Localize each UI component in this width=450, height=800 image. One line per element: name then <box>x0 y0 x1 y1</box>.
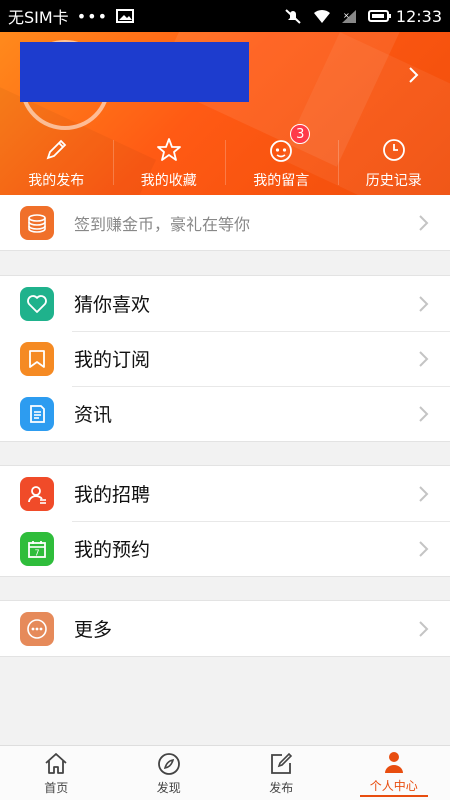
status-bar: 无SIM卡 ••• × 12:33 <box>0 0 450 32</box>
star-icon <box>156 137 181 161</box>
quick-action-label: 我的发布 <box>28 172 85 189</box>
signin-section: 签到赚金币，豪礼在等你 <box>0 195 450 251</box>
tab-label: 发布 <box>269 780 294 795</box>
recruit-icon <box>20 476 54 511</box>
list-item-label: 我的招聘 <box>74 484 151 506</box>
tab-label: 首页 <box>44 780 69 795</box>
pencil-icon <box>46 139 67 159</box>
list-item-label: 更多 <box>74 619 113 641</box>
chevron-right-icon <box>419 485 429 502</box>
profile-header: 我的发布 我的收藏 3 我的留言 历史记录 <box>0 32 450 195</box>
chevron-right-icon <box>419 295 429 312</box>
heart-icon <box>20 286 54 321</box>
list-item-label: 猜你喜欢 <box>74 294 151 316</box>
carrier-text: 无SIM卡 <box>8 8 69 27</box>
quick-actions: 我的发布 我的收藏 3 我的留言 历史记录 <box>0 124 450 195</box>
chevron-right-icon <box>419 350 429 367</box>
wifi-icon <box>312 8 330 24</box>
svg-text:7: 7 <box>35 548 40 557</box>
quick-action-favorites[interactable]: 我的收藏 <box>112 130 226 195</box>
jobs-section: 我的招聘 7 我的预约 <box>0 465 450 577</box>
chevron-right-icon[interactable] <box>404 66 422 84</box>
clock-time: 12:33 <box>395 6 442 26</box>
image-icon <box>116 8 134 24</box>
quick-action-history[interactable]: 历史记录 <box>337 130 450 195</box>
chevron-right-icon <box>419 540 429 557</box>
battery-icon <box>367 8 391 24</box>
quick-action-label: 我的留言 <box>253 172 310 189</box>
signin-label: 签到赚金币，豪礼在等你 <box>74 214 251 234</box>
signin-row[interactable]: 签到赚金币，豪礼在等你 <box>0 195 450 250</box>
quick-action-label: 历史记录 <box>365 172 422 189</box>
compass-icon <box>157 752 180 775</box>
quick-action-messages[interactable]: 3 我的留言 <box>225 124 338 195</box>
chevron-right-icon <box>419 405 429 422</box>
quick-action-my-posts[interactable]: 我的发布 <box>0 130 113 195</box>
list-item-appointments[interactable]: 7 我的预约 <box>0 521 450 576</box>
quick-action-label: 我的收藏 <box>140 172 197 189</box>
bookmark-icon <box>20 341 54 376</box>
list-item-more[interactable]: 更多 <box>0 601 450 656</box>
coins-icon <box>20 205 54 240</box>
content-section: 猜你喜欢 我的订阅 资讯 <box>0 275 450 442</box>
list-item-label: 资讯 <box>74 404 113 426</box>
list-item-recruitment[interactable]: 我的招聘 <box>0 466 450 521</box>
mute-bell-icon <box>284 8 302 24</box>
person-icon <box>384 752 403 773</box>
tab-profile[interactable]: 个人中心 <box>338 746 450 800</box>
list-item-label: 我的订阅 <box>74 349 151 371</box>
chevron-right-icon <box>419 620 429 637</box>
more-icon <box>20 611 54 646</box>
message-count-badge: 3 <box>290 124 311 144</box>
home-icon <box>45 752 67 774</box>
more-section: 更多 <box>0 600 450 657</box>
tab-discover[interactable]: 发现 <box>113 746 226 800</box>
clock-icon <box>382 138 405 161</box>
list-item-label: 我的预约 <box>74 539 151 561</box>
tab-label: 发现 <box>156 780 181 795</box>
list-item-subscriptions[interactable]: 我的订阅 <box>0 331 450 386</box>
tab-publish[interactable]: 发布 <box>225 746 338 800</box>
tab-home[interactable]: 首页 <box>0 746 113 800</box>
tab-label: 个人中心 <box>359 777 428 797</box>
notification-dots: ••• <box>76 6 108 26</box>
signal-icon: × <box>340 8 358 24</box>
bottom-navigation: 首页 发现 发布 个人中心 <box>0 745 450 800</box>
list-item-guess-you-like[interactable]: 猜你喜欢 <box>0 276 450 331</box>
edit-icon <box>271 752 293 774</box>
svg-text:×: × <box>343 11 350 20</box>
redacted-profile-info <box>20 42 249 102</box>
calendar-icon: 7 <box>20 531 54 566</box>
news-icon <box>20 396 54 431</box>
chevron-right-icon <box>419 214 429 231</box>
list-item-news[interactable]: 资讯 <box>0 386 450 441</box>
